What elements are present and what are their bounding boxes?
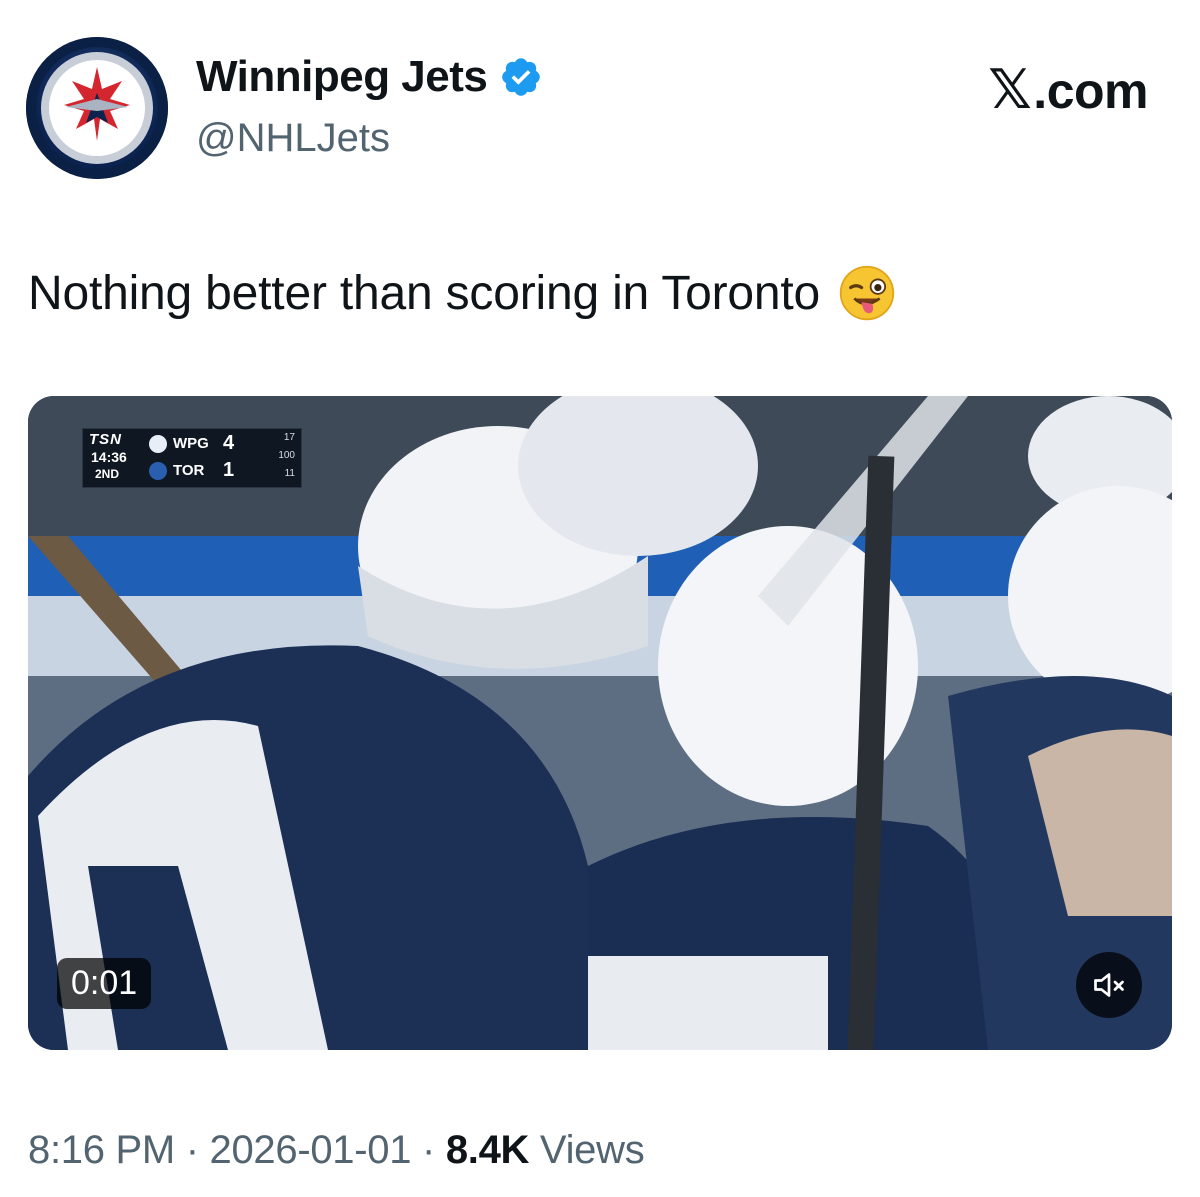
winnipeg-jets-logo-icon xyxy=(41,52,153,164)
video-player[interactable]: TSN 14:36 2ND WPG 4 TOR 1 17 100 11 0:01 xyxy=(28,396,1172,1050)
speaker-muted-icon xyxy=(1094,973,1124,997)
video-timecode: 0:01 xyxy=(57,958,152,1009)
middle-stat: 100 xyxy=(278,450,295,461)
tweet-text-body: Nothing better than scoring in Toronto xyxy=(28,266,821,320)
views-count: 8.4K xyxy=(445,1128,530,1172)
away-team: TOR xyxy=(173,462,205,479)
views-label: Views xyxy=(529,1128,645,1172)
game-clock: 14:36 xyxy=(91,449,127,465)
verified-badge-icon xyxy=(502,58,541,96)
brand-domain: .com xyxy=(1033,63,1148,119)
scorebug-row-home: WPG 4 xyxy=(149,432,241,455)
home-score: 4 xyxy=(223,432,235,454)
display-name[interactable]: Winnipeg Jets xyxy=(196,52,488,102)
scorebug: TSN 14:36 2ND WPG 4 TOR 1 17 100 11 xyxy=(82,428,302,488)
x-com-brand: 𝕏 .com xyxy=(988,58,1148,121)
game-period: 2ND xyxy=(95,467,120,481)
separator-1: · xyxy=(174,1128,210,1172)
home-team: WPG xyxy=(173,435,209,452)
scorebug-row-away: TOR 1 xyxy=(149,459,241,482)
home-stat: 17 xyxy=(283,432,295,443)
avatar[interactable] xyxy=(26,37,168,179)
tweet-metadata: 8:16 PM · 2026-01-01 · 8.4K Views xyxy=(28,1128,645,1173)
winking-face-with-tongue-icon xyxy=(839,265,895,321)
tor-logo-icon xyxy=(149,461,167,480)
tweet-date[interactable]: 2026-01-01 xyxy=(210,1128,412,1173)
network-logo: TSN xyxy=(89,431,122,448)
away-stat: 11 xyxy=(284,468,295,479)
wpg-logo-icon xyxy=(149,434,167,453)
mute-button[interactable] xyxy=(1076,952,1142,1018)
tweet-text: Nothing better than scoring in Toronto xyxy=(28,264,896,322)
tweet-time[interactable]: 8:16 PM xyxy=(28,1128,175,1173)
display-name-row[interactable]: Winnipeg Jets xyxy=(196,52,543,102)
handle[interactable]: @NHLJets xyxy=(196,116,390,161)
separator-2: · xyxy=(411,1128,446,1172)
x-logo-icon: 𝕏 xyxy=(988,58,1032,121)
away-score: 1 xyxy=(223,459,235,481)
video-frame xyxy=(28,396,1172,1050)
